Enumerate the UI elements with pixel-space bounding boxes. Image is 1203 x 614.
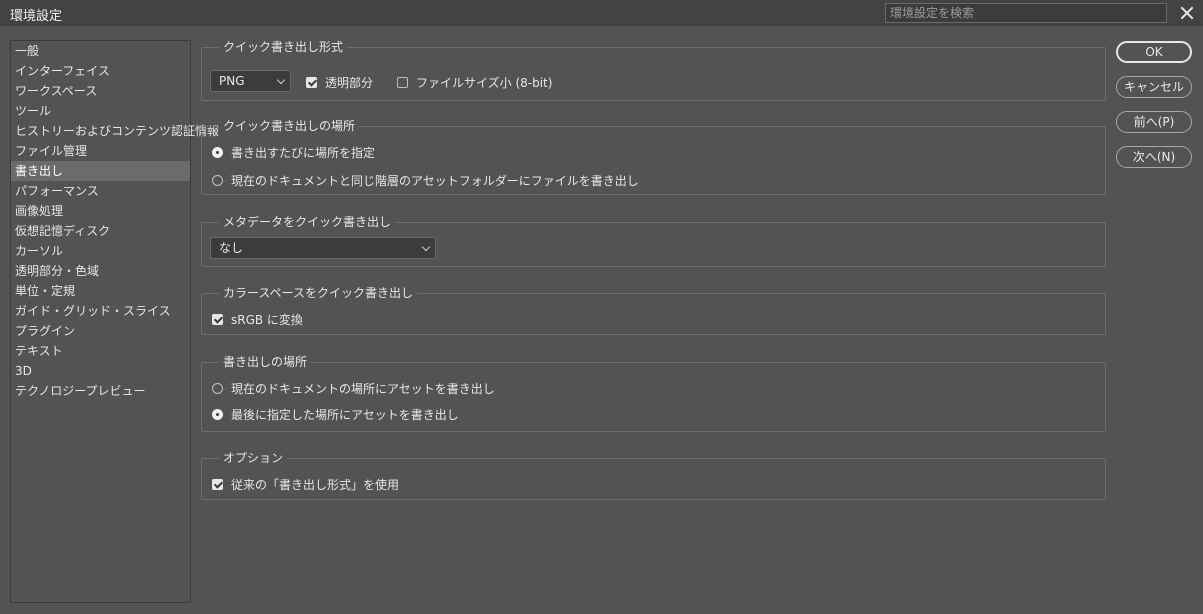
- chevron-down-icon: [276, 75, 286, 85]
- small-file-checkbox[interactable]: [397, 77, 408, 88]
- ok-button[interactable]: OK: [1116, 41, 1192, 63]
- format-dropdown[interactable]: PNG: [210, 70, 291, 92]
- export-location-legend: 書き出しの場所: [219, 353, 312, 370]
- radio-button[interactable]: [212, 409, 223, 420]
- window-title: 環境設定: [10, 9, 63, 24]
- srgb-checkbox-row[interactable]: sRGB に変換: [212, 311, 303, 328]
- export-location-option-2-label: 最後に指定した場所にアセットを書き出し: [231, 408, 459, 422]
- sidebar-item-performance[interactable]: パフォーマンス: [11, 181, 190, 201]
- metadata-dropdown-value: なし: [219, 241, 244, 255]
- sidebar-item-tech-preview[interactable]: テクノロジープレビュー: [11, 381, 190, 401]
- prev-button[interactable]: 前へ(P): [1116, 111, 1192, 133]
- next-button[interactable]: 次へ(N): [1116, 146, 1192, 168]
- sidebar-item-export[interactable]: 書き出し: [11, 161, 190, 181]
- srgb-checkbox[interactable]: [212, 314, 223, 325]
- quick-export-location-legend: クイック書き出しの場所: [219, 117, 360, 134]
- legacy-export-checkbox-row[interactable]: 従来の「書き出し形式」を使用: [212, 476, 399, 493]
- sidebar-item-workspace[interactable]: ワークスペース: [11, 81, 190, 101]
- radio-button[interactable]: [212, 383, 223, 394]
- quick-location-option-2[interactable]: 現在のドキュメントと同じ階層のアセットフォルダーにファイルを書き出し: [212, 172, 639, 189]
- radio-button[interactable]: [212, 175, 223, 186]
- cancel-button[interactable]: キャンセル: [1116, 76, 1192, 98]
- transparency-checkbox-row[interactable]: 透明部分: [306, 74, 373, 91]
- small-file-label: ファイルサイズ小 (8-bit): [416, 76, 553, 90]
- sidebar-item-file-handling[interactable]: ファイル管理: [11, 141, 190, 161]
- srgb-label: sRGB に変換: [231, 313, 303, 327]
- sidebar-item-history[interactable]: ヒストリーおよびコンテンツ認証情報: [11, 121, 219, 141]
- transparency-checkbox[interactable]: [306, 77, 317, 88]
- chevron-down-icon: [421, 242, 431, 252]
- sidebar-item-general[interactable]: 一般: [11, 41, 190, 61]
- close-icon[interactable]: [1176, 3, 1198, 23]
- title-bar: 環境設定: [0, 0, 1203, 26]
- sidebar-item-3d[interactable]: 3D: [11, 361, 190, 381]
- format-dropdown-value: PNG: [219, 74, 245, 88]
- search-input[interactable]: [885, 3, 1167, 23]
- quick-export-format-legend: クイック書き出し形式: [219, 38, 348, 55]
- metadata-legend: メタデータをクイック書き出し: [219, 213, 396, 230]
- export-location-option-1-label: 現在のドキュメントの場所にアセットを書き出し: [231, 382, 495, 396]
- legacy-export-label: 従来の「書き出し形式」を使用: [231, 478, 400, 492]
- quick-location-option-2-label: 現在のドキュメントと同じ階層のアセットフォルダーにファイルを書き出し: [231, 174, 639, 188]
- options-legend: オプション: [219, 449, 288, 466]
- sidebar-item-cursors[interactable]: カーソル: [11, 241, 190, 261]
- metadata-group: メタデータをクイック書き出し なし: [201, 213, 1106, 267]
- sidebar-item-tools[interactable]: ツール: [11, 101, 190, 121]
- quick-export-format-group: クイック書き出し形式 PNG 透明部分 ファイルサイズ小 (8-bit): [201, 38, 1106, 101]
- metadata-dropdown[interactable]: なし: [210, 237, 436, 259]
- sidebar-item-guides-grid[interactable]: ガイド・グリッド・スライス: [11, 301, 190, 321]
- transparency-label: 透明部分: [325, 76, 374, 90]
- colorspace-group: カラースペースをクイック書き出し sRGB に変換: [201, 284, 1106, 335]
- sidebar: 一般 インターフェイス ワークスペース ツール ヒストリーおよびコンテンツ認証情…: [10, 40, 219, 603]
- options-group: オプション 従来の「書き出し形式」を使用: [201, 449, 1106, 500]
- export-location-option-1[interactable]: 現在のドキュメントの場所にアセットを書き出し: [212, 380, 495, 397]
- radio-button[interactable]: [212, 147, 223, 158]
- sidebar-item-plugins[interactable]: プラグイン: [11, 321, 190, 341]
- sidebar-item-scratch-disks[interactable]: 仮想記憶ディスク: [11, 221, 190, 241]
- quick-export-location-group: クイック書き出しの場所 書き出すたびに場所を指定 現在のドキュメントと同じ階層の…: [201, 117, 1106, 195]
- quick-location-option-1[interactable]: 書き出すたびに場所を指定: [212, 144, 375, 161]
- sidebar-item-type[interactable]: テキスト: [11, 341, 190, 361]
- legacy-export-checkbox[interactable]: [212, 479, 223, 490]
- small-file-checkbox-row[interactable]: ファイルサイズ小 (8-bit): [397, 74, 552, 91]
- quick-location-option-1-label: 書き出すたびに場所を指定: [231, 146, 376, 160]
- sidebar-item-units-rulers[interactable]: 単位・定規: [11, 281, 190, 301]
- export-location-group: 書き出しの場所 現在のドキュメントの場所にアセットを書き出し 最後に指定した場所…: [201, 353, 1106, 432]
- colorspace-legend: カラースペースをクイック書き出し: [219, 284, 417, 301]
- export-location-option-2[interactable]: 最後に指定した場所にアセットを書き出し: [212, 406, 459, 423]
- sidebar-item-transparency-gamut[interactable]: 透明部分・色域: [11, 261, 190, 281]
- sidebar-item-interface[interactable]: インターフェイス: [11, 61, 190, 81]
- sidebar-item-image-processing[interactable]: 画像処理: [11, 201, 190, 221]
